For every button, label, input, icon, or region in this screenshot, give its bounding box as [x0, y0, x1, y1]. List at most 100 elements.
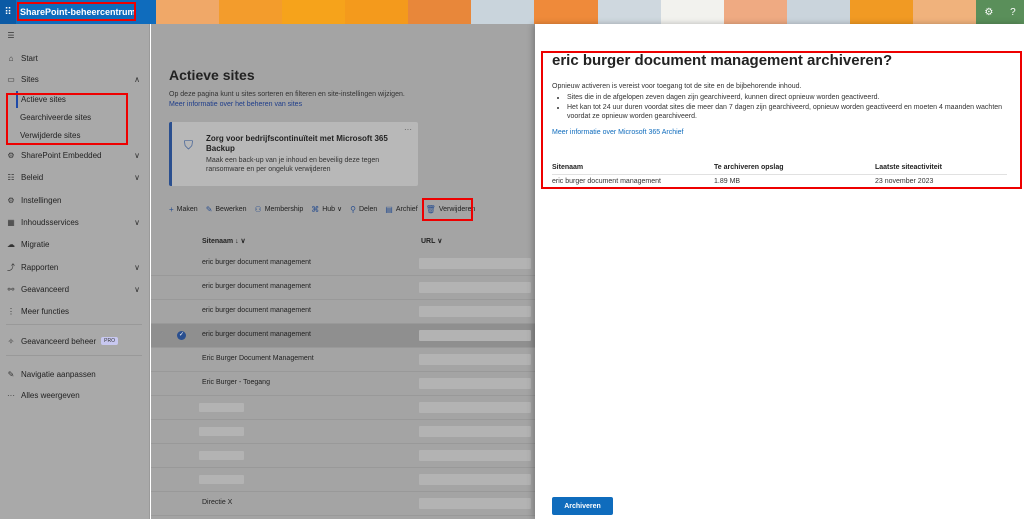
nav-item-reports[interactable]: ⤴ Rapporten ∨ — [0, 257, 150, 277]
checkmark-icon[interactable]: ✓ — [177, 331, 186, 340]
table-row[interactable]: eric burger document management — [151, 252, 535, 276]
banner-stripe — [156, 0, 220, 24]
plus-icon: + — [169, 204, 174, 214]
content-services-icon: ▦ — [7, 217, 15, 227]
nav-sub-active-sites[interactable]: Actieve sites — [16, 91, 66, 108]
question-icon[interactable]: ? — [1010, 7, 1016, 18]
share-icon: ⚲ — [350, 204, 356, 214]
chevron-down-icon: ∨ — [134, 217, 140, 227]
nav-item-start[interactable]: ⌂ Start — [0, 48, 150, 68]
nav-item-settings[interactable]: ⚙ Instellingen — [0, 190, 150, 210]
archive-confirm-button[interactable]: Archiveren — [552, 497, 613, 515]
panel-val-storage: 1.89 MB — [714, 178, 741, 185]
chevron-down-icon: ∨ — [134, 150, 140, 160]
nav-item-sharepoint-embedded[interactable]: ⚙ SharePoint Embedded ∨ — [0, 145, 150, 165]
chevron-down-icon: ∨ — [134, 284, 140, 294]
button-label: Bewerken — [215, 205, 247, 213]
banner-stripe — [282, 0, 346, 24]
hub-icon: ⌘ — [311, 204, 320, 214]
button-label: Membership — [264, 205, 304, 213]
backup-promo-card[interactable]: ⛉ Zorg voor bedrijfscontinuïteit met Mic… — [169, 122, 418, 186]
app-title[interactable]: SharePoint-beheercentrum — [16, 0, 156, 24]
button-label: Delen — [359, 205, 378, 213]
redacted-site-name — [199, 475, 244, 484]
top-bar: ⠿ SharePoint-beheercentrum ⚙ ? — [0, 0, 1024, 24]
nav-item-migration[interactable]: ☁ Migratie — [0, 234, 150, 254]
app-launcher-icon[interactable]: ⠿ — [0, 0, 16, 24]
banner-stripe — [408, 0, 472, 24]
hub-button[interactable]: ⌘ Hub ∨ — [311, 205, 342, 214]
table-row[interactable]: Eric Burger Document Management — [151, 348, 535, 372]
banner-stripe — [660, 0, 724, 24]
table-row[interactable]: eric burger document management — [151, 276, 535, 300]
top-actions: ⚙ ? — [976, 0, 1024, 24]
people-icon: ⚇ — [254, 204, 262, 214]
header-banner — [156, 0, 977, 24]
chevron-down-icon: ∨ — [134, 262, 140, 272]
advanced-management-icon: ✧ — [7, 336, 15, 346]
table-row[interactable] — [151, 420, 535, 444]
share-button[interactable]: ⚲ Delen — [350, 205, 377, 214]
edit-button[interactable]: ✎ Bewerken — [206, 205, 247, 214]
nav-item-label: Instellingen — [21, 195, 62, 205]
policy-icon: ☷ — [7, 172, 15, 182]
nav-sub-deleted-sites[interactable]: Verwijderde sites — [20, 127, 80, 144]
nav-item-content-services[interactable]: ▦ Inhoudsservices ∨ — [0, 212, 150, 232]
archive-button[interactable]: ▤ Archief — [385, 205, 417, 214]
row-site-name: Eric Burger - Toegang — [202, 379, 270, 386]
nav-collapse[interactable]: ☰ — [0, 25, 150, 45]
redacted-site-name — [199, 427, 244, 436]
settings-icon: ⚙ — [7, 195, 15, 205]
card-title: Zorg voor bedrijfscontinuïteit met Micro… — [206, 134, 388, 153]
redacted-url — [419, 474, 531, 485]
archive-info-link[interactable]: Meer informatie over Microsoft 365 Archi… — [552, 129, 684, 136]
ellipsis-icon: ··· — [7, 390, 15, 400]
advanced-icon: ⚯ — [7, 284, 15, 294]
nav-item-label: Migratie — [21, 239, 50, 249]
button-label: Verwijderen — [438, 205, 476, 213]
nav-item-customize-navigation[interactable]: ✎ Navigatie aanpassen — [0, 364, 150, 384]
redacted-url — [419, 330, 531, 341]
nav-item-advanced[interactable]: ⚯ Geavanceerd ∨ — [0, 279, 150, 299]
pencil-icon: ✎ — [205, 204, 213, 214]
nav-item-policy[interactable]: ☷ Beleid ∨ — [0, 167, 150, 187]
panel-separator — [552, 174, 1007, 175]
left-navigation: ☰ ⌂ Start ▭ Sites ∧ Actieve sites Gearch… — [0, 24, 150, 519]
table-row[interactable]: ✓ eric burger document management — [151, 324, 535, 348]
panel-col-site-name: Sitenaam — [552, 164, 584, 171]
nav-item-sites[interactable]: ▭ Sites ∧ — [0, 69, 150, 89]
create-button[interactable]: + Maken — [169, 205, 198, 214]
panel-title: eric burger document management archiver… — [552, 52, 893, 69]
table-row[interactable] — [151, 444, 535, 468]
banner-stripe — [723, 0, 787, 24]
table-row[interactable]: Directie X — [151, 492, 535, 516]
panel-val-site-name: eric burger document management — [552, 178, 661, 185]
redacted-url — [419, 258, 531, 269]
nav-item-label: Start — [21, 53, 38, 63]
panel-intro: Opnieuw activeren is vereist voor toegan… — [552, 83, 802, 90]
nav-item-label: Rapporten — [21, 262, 59, 272]
table-row[interactable]: Eric Burger - Toegang — [151, 372, 535, 396]
more-icon[interactable]: ··· — [404, 125, 412, 134]
gear-icon[interactable]: ⚙ — [984, 7, 993, 18]
membership-button[interactable]: ⚇ Membership — [255, 205, 304, 214]
banner-stripe — [912, 0, 977, 24]
redacted-url — [419, 426, 531, 437]
table-row[interactable]: eric burger document management — [151, 300, 535, 324]
manage-sites-link[interactable]: Meer informatie over het beheren van sit… — [169, 101, 302, 108]
reports-icon: ⤴ — [7, 262, 15, 272]
nav-divider — [6, 324, 142, 325]
nav-item-label: Sites — [21, 74, 39, 84]
chevron-down-icon: ∨ — [134, 172, 140, 182]
delete-button[interactable]: 🗑 Verwijderen — [426, 205, 476, 214]
nav-item-more-features[interactable]: ⋮ Meer functies — [0, 301, 150, 321]
nav-sub-archived-sites[interactable]: Gearchiveerde sites — [20, 109, 91, 126]
nav-item-show-all[interactable]: ··· Alles weergeven — [0, 385, 150, 405]
table-row[interactable] — [151, 396, 535, 420]
column-header-site-name[interactable]: Sitenaam ↓ ∨ — [202, 237, 246, 245]
shield-icon: ⛉ — [184, 138, 194, 152]
redacted-url — [419, 450, 531, 461]
nav-item-advanced-management[interactable]: ✧ Geavanceerd beheer PRO — [0, 331, 150, 351]
column-header-url[interactable]: URL ∨ — [421, 237, 442, 245]
table-row[interactable] — [151, 468, 535, 492]
